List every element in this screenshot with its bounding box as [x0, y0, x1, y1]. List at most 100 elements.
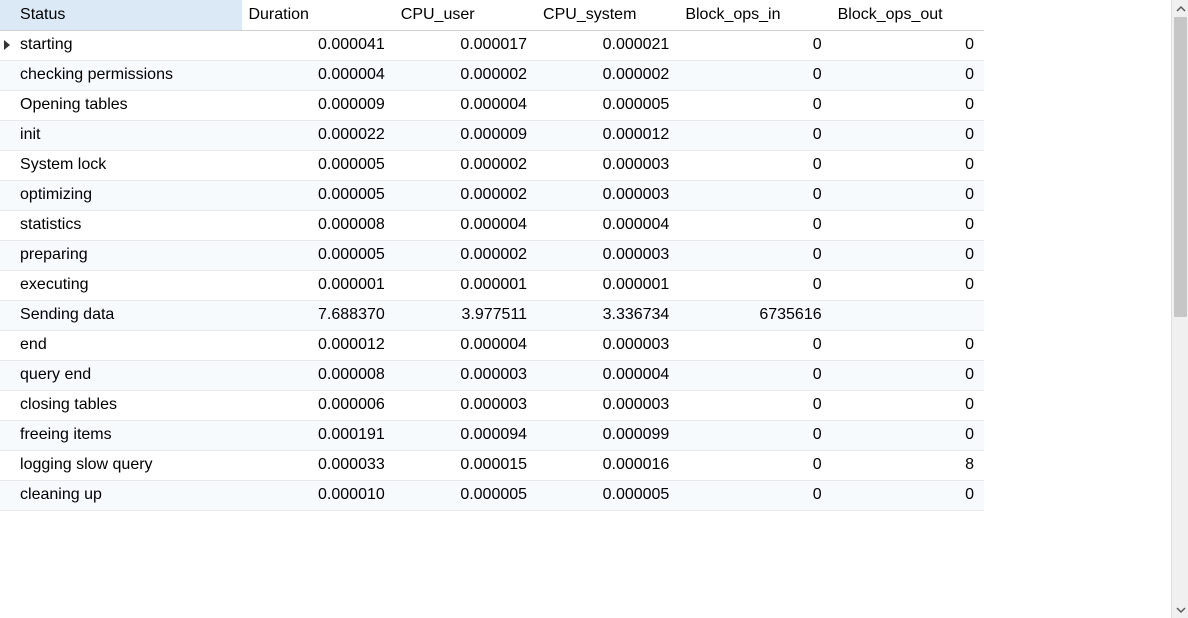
table-row[interactable]: cleaning up0.0000100.0000050.00000500 [0, 480, 984, 510]
cell-block-ops-in[interactable]: 0 [679, 240, 831, 270]
cell-duration[interactable]: 0.000001 [242, 270, 394, 300]
cell-block-ops-out[interactable]: 0 [832, 180, 984, 210]
cell-block-ops-out[interactable]: 0 [832, 90, 984, 120]
table-row[interactable]: statistics0.0000080.0000040.00000400 [0, 210, 984, 240]
cell-status[interactable]: statistics [14, 210, 242, 240]
cell-status[interactable]: executing [14, 270, 242, 300]
cell-duration[interactable]: 0.000005 [242, 180, 394, 210]
cell-block-ops-out[interactable]: 0 [832, 30, 984, 60]
cell-block-ops-out[interactable]: 0 [832, 240, 984, 270]
table-row[interactable]: preparing0.0000050.0000020.00000300 [0, 240, 984, 270]
cell-block-ops-out[interactable]: 0 [832, 390, 984, 420]
cell-cpu-user[interactable]: 0.000004 [395, 90, 537, 120]
cell-block-ops-in[interactable]: 0 [679, 150, 831, 180]
cell-cpu-system[interactable]: 0.000003 [537, 240, 679, 270]
cell-cpu-user[interactable]: 0.000017 [395, 30, 537, 60]
cell-cpu-user[interactable]: 0.000002 [395, 180, 537, 210]
cell-block-ops-out[interactable]: 8 [832, 450, 984, 480]
cell-block-ops-in[interactable]: 6735616 [679, 300, 831, 330]
column-header-duration[interactable]: Duration [242, 0, 394, 30]
cell-cpu-user[interactable]: 0.000001 [395, 270, 537, 300]
cell-cpu-user[interactable]: 0.000094 [395, 420, 537, 450]
cell-status[interactable]: Sending data [14, 300, 242, 330]
table-row[interactable]: query end0.0000080.0000030.00000400 [0, 360, 984, 390]
cell-cpu-user[interactable]: 3.977511 [395, 300, 537, 330]
cell-duration[interactable]: 0.000006 [242, 390, 394, 420]
column-header-cpu-system[interactable]: CPU_system [537, 0, 679, 30]
table-row[interactable]: optimizing0.0000050.0000020.00000300 [0, 180, 984, 210]
cell-block-ops-out[interactable]: 0 [832, 210, 984, 240]
cell-block-ops-in[interactable]: 0 [679, 420, 831, 450]
cell-cpu-user[interactable]: 0.000003 [395, 390, 537, 420]
cell-cpu-user[interactable]: 0.000002 [395, 60, 537, 90]
cell-cpu-user[interactable]: 0.000004 [395, 330, 537, 360]
cell-cpu-user[interactable]: 0.000002 [395, 240, 537, 270]
cell-block-ops-in[interactable]: 0 [679, 120, 831, 150]
scroll-down-button[interactable] [1172, 601, 1188, 618]
cell-duration[interactable]: 0.000041 [242, 30, 394, 60]
cell-cpu-system[interactable]: 0.000005 [537, 480, 679, 510]
cell-status[interactable]: cleaning up [14, 480, 242, 510]
cell-cpu-user[interactable]: 0.000015 [395, 450, 537, 480]
vertical-scrollbar[interactable] [1171, 0, 1188, 618]
cell-cpu-user[interactable]: 0.000004 [395, 210, 537, 240]
cell-duration[interactable]: 0.000005 [242, 150, 394, 180]
cell-block-ops-in[interactable]: 0 [679, 210, 831, 240]
cell-status[interactable]: optimizing [14, 180, 242, 210]
cell-block-ops-out[interactable]: 0 [832, 60, 984, 90]
cell-block-ops-in[interactable]: 0 [679, 90, 831, 120]
cell-cpu-user[interactable]: 0.000003 [395, 360, 537, 390]
cell-status[interactable]: preparing [14, 240, 242, 270]
cell-block-ops-in[interactable]: 0 [679, 60, 831, 90]
cell-status[interactable]: checking permissions [14, 60, 242, 90]
cell-status[interactable]: init [14, 120, 242, 150]
column-header-block-ops-in[interactable]: Block_ops_in [679, 0, 831, 30]
cell-status[interactable]: System lock [14, 150, 242, 180]
table-row[interactable]: System lock0.0000050.0000020.00000300 [0, 150, 984, 180]
cell-cpu-system[interactable]: 0.000002 [537, 60, 679, 90]
table-row[interactable]: init0.0000220.0000090.00001200 [0, 120, 984, 150]
cell-block-ops-out[interactable]: 0 [832, 270, 984, 300]
cell-cpu-system[interactable]: 0.000003 [537, 180, 679, 210]
cell-cpu-system[interactable]: 0.000004 [537, 360, 679, 390]
cell-cpu-system[interactable]: 0.000012 [537, 120, 679, 150]
cell-block-ops-out[interactable]: 0 [832, 480, 984, 510]
cell-block-ops-in[interactable]: 0 [679, 180, 831, 210]
cell-duration[interactable]: 0.000004 [242, 60, 394, 90]
cell-status[interactable]: end [14, 330, 242, 360]
cell-block-ops-in[interactable]: 0 [679, 480, 831, 510]
table-row[interactable]: logging slow query0.0000330.0000150.0000… [0, 450, 984, 480]
table-row[interactable]: Sending data7.6883703.9775113.3367346735… [0, 300, 984, 330]
column-header-status[interactable]: Status [14, 0, 242, 30]
cell-status[interactable]: freeing items [14, 420, 242, 450]
cell-status[interactable]: closing tables [14, 390, 242, 420]
cell-duration[interactable]: 7.688370 [242, 300, 394, 330]
cell-cpu-system[interactable]: 0.000016 [537, 450, 679, 480]
table-row[interactable]: Opening tables0.0000090.0000040.00000500 [0, 90, 984, 120]
cell-cpu-user[interactable]: 0.000005 [395, 480, 537, 510]
cell-duration[interactable]: 0.000022 [242, 120, 394, 150]
cell-cpu-user[interactable]: 0.000009 [395, 120, 537, 150]
cell-status[interactable]: starting [14, 30, 242, 60]
column-header-cpu-user[interactable]: CPU_user [395, 0, 537, 30]
cell-duration[interactable]: 0.000033 [242, 450, 394, 480]
table-row[interactable]: freeing items0.0001910.0000940.00009900 [0, 420, 984, 450]
cell-cpu-system[interactable]: 0.000003 [537, 390, 679, 420]
cell-block-ops-out[interactable]: 0 [832, 120, 984, 150]
cell-duration[interactable]: 0.000005 [242, 240, 394, 270]
table-row[interactable]: closing tables0.0000060.0000030.00000300 [0, 390, 984, 420]
column-header-block-ops-out[interactable]: Block_ops_out [832, 0, 984, 30]
table-row[interactable]: checking permissions0.0000040.0000020.00… [0, 60, 984, 90]
cell-block-ops-out[interactable]: 0 [832, 420, 984, 450]
cell-block-ops-out[interactable] [832, 300, 984, 330]
cell-block-ops-out[interactable]: 0 [832, 150, 984, 180]
cell-status[interactable]: query end [14, 360, 242, 390]
cell-cpu-system[interactable]: 0.000001 [537, 270, 679, 300]
cell-block-ops-out[interactable]: 0 [832, 360, 984, 390]
cell-duration[interactable]: 0.000012 [242, 330, 394, 360]
cell-block-ops-in[interactable]: 0 [679, 360, 831, 390]
cell-status[interactable]: Opening tables [14, 90, 242, 120]
cell-block-ops-in[interactable]: 0 [679, 450, 831, 480]
table-row[interactable]: end0.0000120.0000040.00000300 [0, 330, 984, 360]
cell-cpu-system[interactable]: 0.000099 [537, 420, 679, 450]
